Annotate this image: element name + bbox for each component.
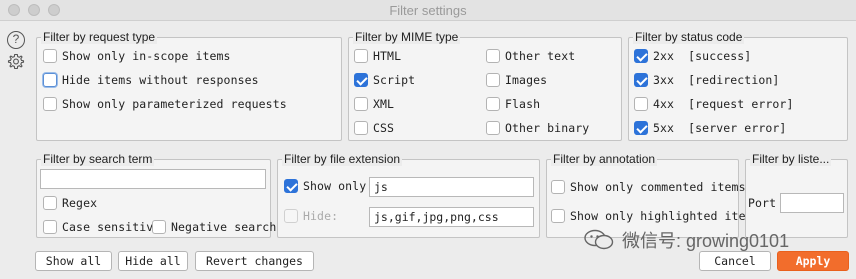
wechat-icon [584, 229, 614, 250]
mime-other-binary-option[interactable]: Other binary [486, 119, 589, 137]
mime-css-label: CSS [373, 121, 395, 135]
mime-css-checkbox[interactable] [354, 121, 368, 135]
mime-html-option[interactable]: HTML [354, 47, 401, 65]
file-extension-title: Filter by file extension [282, 152, 403, 166]
status-code-title: Filter by status code [633, 30, 745, 44]
mime-xml-option[interactable]: XML [354, 95, 394, 113]
watermark: 微信号: growing0101 [584, 229, 789, 251]
parameterized-option[interactable]: Show only parameterized requests [43, 95, 287, 113]
cancel-button[interactable]: Cancel [699, 251, 771, 271]
mime-images-option[interactable]: Images [486, 71, 547, 89]
revert-changes-button[interactable]: Revert changes [195, 251, 314, 271]
status-3xx-option[interactable]: 3xx [redirection] [634, 71, 779, 89]
in-scope-label: Show only in-scope items [62, 49, 231, 63]
mime-css-option[interactable]: CSS [354, 119, 394, 137]
show-all-button[interactable]: Show all [35, 251, 112, 271]
mime-images-checkbox[interactable] [486, 73, 500, 87]
search-term-title: Filter by search term [41, 152, 155, 166]
parameterized-checkbox[interactable] [43, 97, 57, 111]
highlighted-checkbox[interactable] [551, 209, 565, 223]
hide-checkbox[interactable] [284, 209, 298, 223]
status-2xx-option[interactable]: 2xx [success] [634, 47, 751, 65]
mime-other-binary-checkbox[interactable] [486, 121, 500, 135]
commented-checkbox[interactable] [551, 180, 565, 194]
mime-flash-checkbox[interactable] [486, 97, 500, 111]
file-extension-group: Filter by file extension Show only: js H… [277, 152, 540, 238]
hide-all-button[interactable]: Hide all [118, 251, 188, 271]
mime-xml-label: XML [373, 97, 395, 111]
mime-other-text-checkbox[interactable] [486, 49, 500, 63]
commented-option[interactable]: Show only commented items [551, 178, 746, 196]
hide-no-response-label: Hide items without responses [62, 73, 259, 87]
mime-type-group: Filter by MIME type HTML Other text Scri… [348, 30, 622, 141]
show-only-option[interactable]: Show only: [284, 177, 373, 195]
hide-no-response-checkbox[interactable] [43, 73, 57, 87]
hide-no-response-option[interactable]: Hide items without responses [43, 71, 259, 89]
request-type-title: Filter by request type [41, 30, 158, 44]
port-input[interactable] [780, 193, 844, 213]
show-only-checkbox[interactable] [284, 179, 298, 193]
mime-type-title: Filter by MIME type [353, 30, 461, 44]
status-5xx-option[interactable]: 5xx [server error] [634, 119, 786, 137]
mime-flash-label: Flash [505, 97, 541, 111]
mime-html-label: HTML [373, 49, 402, 63]
highlighted-label: Show only highlighted items [570, 209, 760, 223]
status-4xx-label: 4xx [request error] [653, 97, 794, 111]
commented-label: Show only commented items [570, 180, 746, 194]
status-3xx-label: 3xx [redirection] [653, 73, 780, 87]
status-code-group: Filter by status code 2xx [success] 3xx … [628, 30, 848, 141]
regex-checkbox[interactable] [43, 196, 57, 210]
status-4xx-option[interactable]: 4xx [request error] [634, 95, 793, 113]
mime-script-label: Script [373, 73, 416, 87]
negative-search-checkbox[interactable] [152, 220, 166, 234]
status-5xx-label: 5xx [server error] [653, 121, 787, 135]
mime-script-option[interactable]: Script [354, 71, 415, 89]
mime-flash-option[interactable]: Flash [486, 95, 540, 113]
status-5xx-checkbox[interactable] [634, 121, 648, 135]
request-type-group: Filter by request type Show only in-scop… [36, 30, 342, 141]
annotation-title: Filter by annotation [551, 152, 658, 166]
search-term-input[interactable] [40, 169, 266, 189]
negative-search-label: Negative search [171, 220, 277, 234]
status-2xx-label: 2xx [success] [653, 49, 752, 63]
regex-label: Regex [62, 196, 98, 210]
mime-other-text-option[interactable]: Other text [486, 47, 575, 65]
question-circle-icon[interactable]: ? [7, 31, 25, 49]
mime-other-binary-label: Other binary [505, 121, 590, 135]
listener-title: Filter by liste... [750, 152, 832, 166]
mime-xml-checkbox[interactable] [354, 97, 368, 111]
regex-option[interactable]: Regex [43, 194, 97, 212]
mime-script-checkbox[interactable] [354, 73, 368, 87]
port-label: Port [748, 196, 777, 210]
case-sensitive-option[interactable]: Case sensitive [43, 218, 160, 236]
case-sensitive-label: Case sensitive [62, 220, 161, 234]
hide-label: Hide: [303, 209, 339, 223]
in-scope-option[interactable]: Show only in-scope items [43, 47, 231, 65]
status-4xx-checkbox[interactable] [634, 97, 648, 111]
show-only-extensions-input[interactable]: js [369, 177, 534, 197]
show-only-label: Show only: [303, 179, 374, 193]
in-scope-checkbox[interactable] [43, 49, 57, 63]
gear-icon[interactable] [7, 53, 25, 71]
highlighted-option[interactable]: Show only highlighted items [551, 207, 760, 225]
case-sensitive-checkbox[interactable] [43, 220, 57, 234]
negative-search-option[interactable]: Negative search [152, 218, 276, 236]
hide-extensions-input[interactable]: js,gif,jpg,png,css [369, 207, 534, 227]
hide-option[interactable]: Hide: [284, 207, 338, 225]
title-bar: Filter settings [0, 0, 856, 21]
mime-html-checkbox[interactable] [354, 49, 368, 63]
status-3xx-checkbox[interactable] [634, 73, 648, 87]
apply-button[interactable]: Apply [777, 251, 849, 271]
search-term-group: Filter by search term Regex Case sensiti… [36, 152, 276, 238]
window-title: Filter settings [389, 3, 467, 18]
status-2xx-checkbox[interactable] [634, 49, 648, 63]
mime-images-label: Images [505, 73, 548, 87]
mime-other-text-label: Other text [505, 49, 576, 63]
watermark-text: 微信号: growing0101 [622, 231, 790, 251]
parameterized-label: Show only parameterized requests [62, 97, 287, 111]
